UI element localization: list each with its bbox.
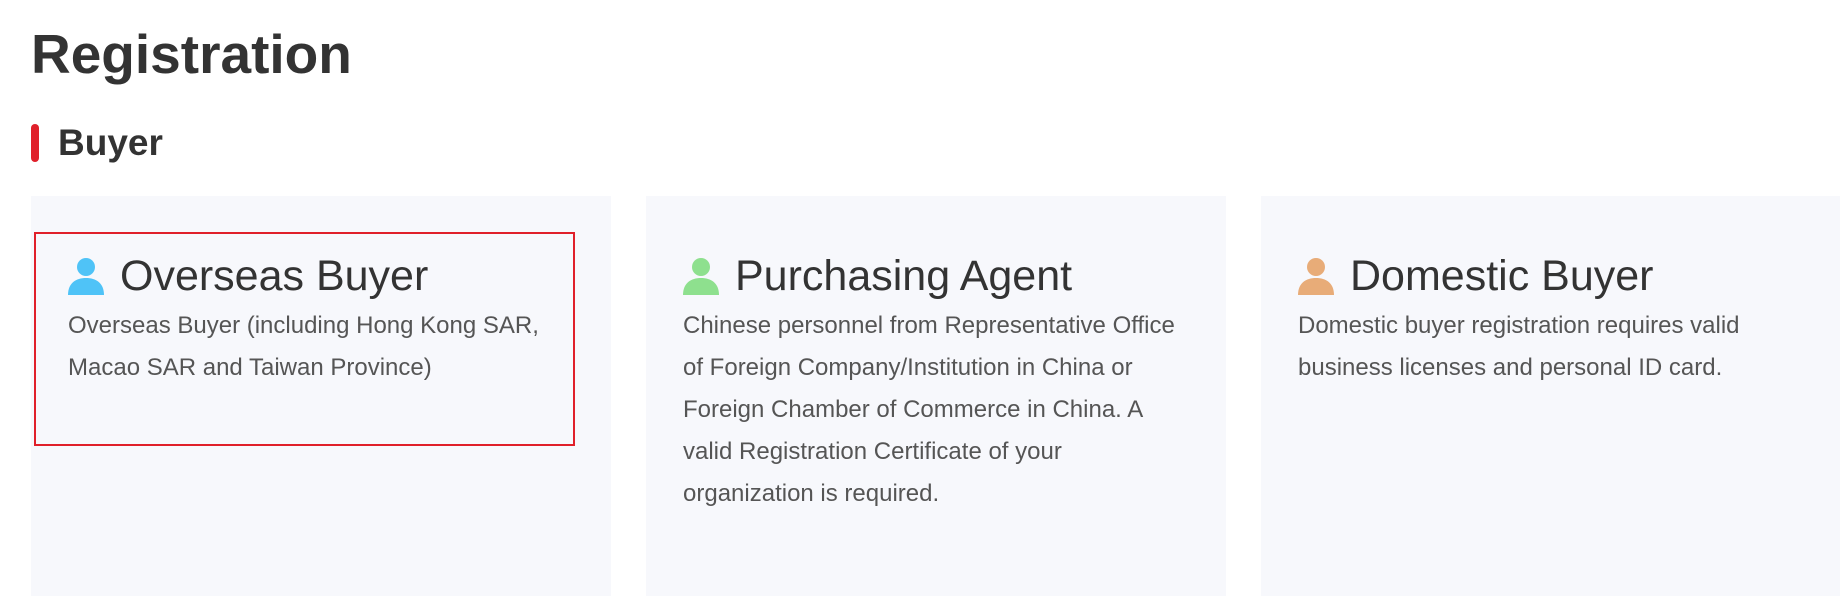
card-description: Chinese personnel from Representative Of…: [683, 312, 1175, 507]
card-header: Overseas Buyer: [68, 251, 428, 301]
page-title: Registration: [31, 23, 352, 85]
card-domestic-buyer[interactable]: Domestic Buyer Domestic buyer registrati…: [1261, 196, 1840, 596]
card-title: Domestic Buyer: [1350, 252, 1654, 300]
person-icon: [68, 257, 104, 295]
person-icon: [1298, 257, 1334, 295]
card-description: Domestic buyer registration requires val…: [1298, 312, 1740, 381]
section-accent-bar: [31, 124, 39, 162]
person-icon-head: [77, 258, 95, 276]
card-description: Overseas Buyer (including Hong Kong SAR,…: [68, 312, 539, 381]
card-header: Domestic Buyer: [1298, 251, 1653, 301]
card-title: Purchasing Agent: [735, 252, 1073, 300]
person-icon: [683, 257, 719, 295]
section-heading-buyer: Buyer: [31, 122, 163, 163]
card-overseas-buyer[interactable]: Overseas Buyer Overseas Buyer (including…: [31, 196, 611, 596]
card-title: Overseas Buyer: [120, 252, 429, 300]
section-title: Buyer: [58, 122, 163, 163]
card-header: Purchasing Agent: [683, 251, 1072, 301]
card-purchasing-agent[interactable]: Purchasing Agent Chinese personnel from …: [646, 196, 1226, 596]
